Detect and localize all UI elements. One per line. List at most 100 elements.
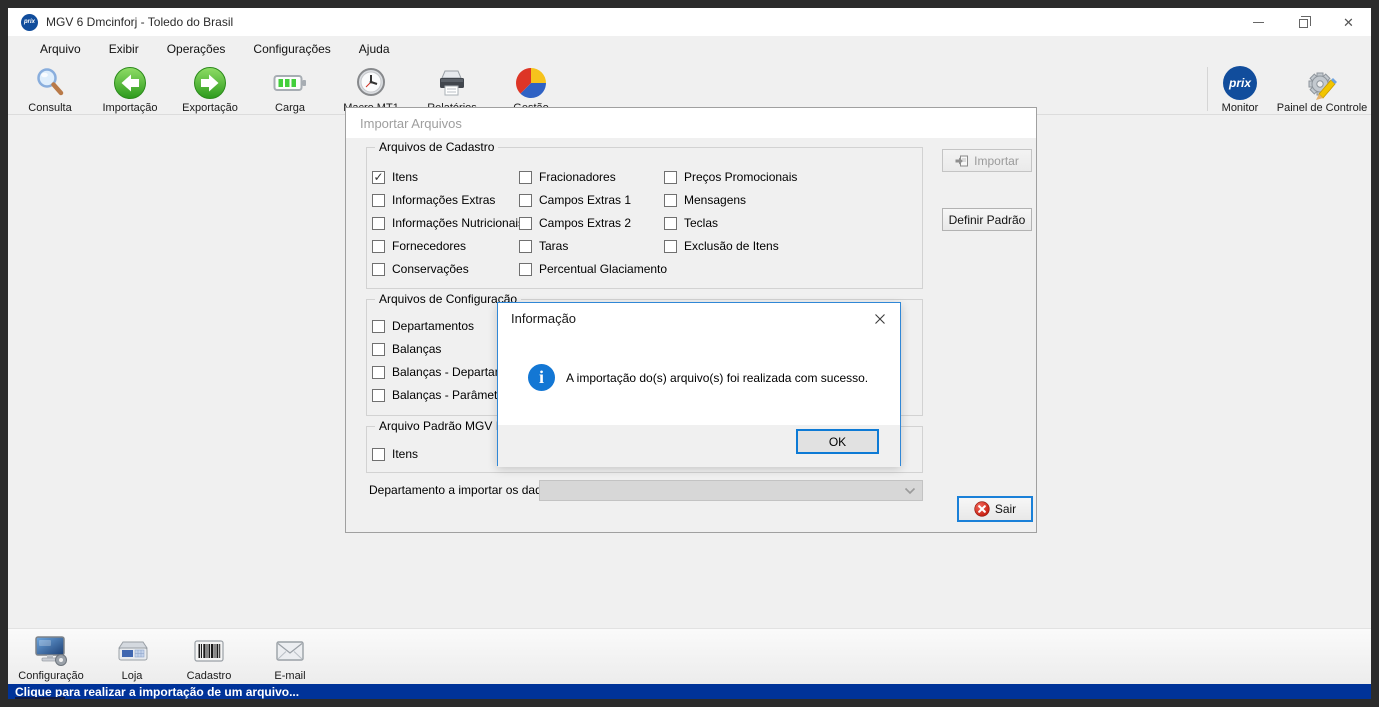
msgbox-title: Informação <box>511 311 576 326</box>
checkbox-item-campos-extras-2[interactable]: Campos Extras 2 <box>519 213 631 233</box>
checkbox-label: Taras <box>539 239 568 253</box>
checkbox-item-informacoes-extras[interactable]: Informações Extras <box>372 190 495 210</box>
checkbox-item-percentual-glaciamento[interactable]: Percentual Glaciamento <box>519 259 667 279</box>
checkbox-item-balancas[interactable]: Balanças <box>372 339 441 359</box>
group-arquivos-de-cadastro: Arquivos de Cadastro Itens Informações E… <box>366 147 923 289</box>
checkbox[interactable] <box>372 389 385 402</box>
msgbox-close-button[interactable] <box>870 309 890 329</box>
close-button[interactable]: ✕ <box>1326 8 1371 36</box>
toolbar-importacao[interactable]: Importação <box>87 65 173 114</box>
checkbox[interactable] <box>372 448 385 461</box>
checkbox[interactable] <box>372 263 385 276</box>
checkbox-label: Teclas <box>684 216 718 230</box>
toolbar-monitor[interactable]: prix Monitor <box>1197 65 1283 114</box>
sair-button[interactable]: Sair <box>957 496 1033 522</box>
checkbox[interactable] <box>519 217 532 230</box>
msgbox-message: A importação do(s) arquivo(s) foi realiz… <box>566 371 868 385</box>
department-label: Departamento a importar os dados <box>369 483 554 497</box>
monitor-gear-icon <box>33 633 69 669</box>
dialog-title: Importar Arquivos <box>360 116 462 131</box>
menu-operacoes[interactable]: Operações <box>153 36 240 62</box>
menu-exibir[interactable]: Exibir <box>95 36 153 62</box>
checkbox-label: Fornecedores <box>392 239 466 253</box>
restore-icon <box>1299 19 1308 28</box>
magnifier-icon <box>32 65 68 101</box>
checkbox[interactable] <box>664 171 677 184</box>
checkbox-item-balancas-parametros[interactable]: Balanças - Parâmetros <box>372 385 514 405</box>
checkbox[interactable] <box>372 217 385 230</box>
title-bar: prix MGV 6 Dmcinforj - Toledo do Brasil … <box>8 8 1371 36</box>
checkbox[interactable] <box>372 366 385 379</box>
checkbox-label: Balanças <box>392 342 441 356</box>
checkbox-item-departamentos[interactable]: Departamentos <box>372 316 474 336</box>
checkbox-item-taras[interactable]: Taras <box>519 236 568 256</box>
checkbox-item-itens-padrao[interactable]: Itens <box>372 444 418 464</box>
checkbox-label: Mensagens <box>684 193 746 207</box>
toolbar-consulta[interactable]: Consulta <box>7 65 93 114</box>
scale-icon <box>114 633 150 669</box>
close-icon <box>874 313 886 325</box>
checkbox[interactable] <box>664 194 677 207</box>
window-title: MGV 6 Dmcinforj - Toledo do Brasil <box>46 15 233 29</box>
toolbar-painel-de-controle[interactable]: Painel de Controle <box>1279 65 1365 114</box>
checkbox-item-campos-extras-1[interactable]: Campos Extras 1 <box>519 190 631 210</box>
info-icon: i <box>528 364 555 391</box>
checkbox[interactable] <box>519 240 532 253</box>
checkbox[interactable] <box>372 320 385 333</box>
barcode-icon <box>191 633 227 669</box>
checkbox-item-informacoes-nutricionais[interactable]: Informações Nutricionais <box>372 213 524 233</box>
checkbox-label: Exclusão de Itens <box>684 239 779 253</box>
checkbox-label: Balanças - Parâmetros <box>392 388 514 402</box>
checkbox-item-itens[interactable]: Itens <box>372 167 418 187</box>
shortcut-cadastro[interactable]: Cadastro <box>164 633 254 682</box>
minimize-button[interactable] <box>1236 8 1281 36</box>
importar-button[interactable]: Importar <box>942 149 1032 172</box>
status-underline <box>15 697 65 699</box>
shortcut-configuracao[interactable]: Configuração <box>6 633 96 682</box>
checkbox[interactable] <box>664 240 677 253</box>
ok-button[interactable]: OK <box>796 429 879 454</box>
menu-ajuda[interactable]: Ajuda <box>345 36 404 62</box>
checkbox-item-mensagens[interactable]: Mensagens <box>664 190 746 210</box>
prix-logo-icon: prix <box>1222 65 1258 101</box>
prix-logo-icon: prix <box>21 14 38 31</box>
checkbox-label: Departamentos <box>392 319 474 333</box>
checkbox[interactable] <box>372 240 385 253</box>
menu-arquivo[interactable]: Arquivo <box>26 36 95 62</box>
checkbox-label: Informações Extras <box>392 193 495 207</box>
green-arrow-right-icon <box>192 65 228 101</box>
checkbox-label: Percentual Glaciamento <box>539 262 667 276</box>
pie-chart-icon <box>513 65 549 101</box>
toolbar-carga[interactable]: Carga <box>247 65 333 114</box>
checkbox[interactable] <box>664 217 677 230</box>
checkbox-item-conservacoes[interactable]: Conservações <box>372 259 469 279</box>
checkbox-item-fracionadores[interactable]: Fracionadores <box>519 167 616 187</box>
checkbox-label: Informações Nutricionais <box>392 216 524 230</box>
checkbox-item-exclusao-de-itens[interactable]: Exclusão de Itens <box>664 236 779 256</box>
toolbar-exportacao[interactable]: Exportação <box>167 65 253 114</box>
definir-padrao-button[interactable]: Definir Padrão <box>942 208 1032 231</box>
checkbox-label: Itens <box>392 447 418 461</box>
checkbox[interactable] <box>372 171 385 184</box>
status-bar: Clique para realizar a importação de um … <box>8 684 1371 699</box>
checkbox[interactable] <box>519 263 532 276</box>
group-title: Arquivo Padrão MGV III <box>375 419 510 433</box>
msgbox-title-bar: Informação <box>498 303 900 333</box>
department-combobox[interactable] <box>539 480 923 501</box>
checkbox[interactable] <box>519 194 532 207</box>
checkbox[interactable] <box>372 194 385 207</box>
checkbox[interactable] <box>519 171 532 184</box>
close-icon: ✕ <box>1343 16 1354 29</box>
menu-bar: Arquivo Exibir Operações Configurações A… <box>8 36 1371 62</box>
menu-configuracoes[interactable]: Configurações <box>239 36 344 62</box>
bottom-shortcut-bar: Configuração Loja <box>8 628 1371 684</box>
checkbox-item-teclas[interactable]: Teclas <box>664 213 718 233</box>
checkbox-item-fornecedores[interactable]: Fornecedores <box>372 236 466 256</box>
chevron-down-icon <box>904 487 916 495</box>
restore-button[interactable] <box>1281 8 1326 36</box>
checkbox[interactable] <box>372 343 385 356</box>
checkbox-label: Fracionadores <box>539 170 616 184</box>
checkbox-item-precos-promocionais[interactable]: Preços Promocionais <box>664 167 797 187</box>
shortcut-email[interactable]: E-mail <box>245 633 335 682</box>
clock-icon <box>353 65 389 101</box>
